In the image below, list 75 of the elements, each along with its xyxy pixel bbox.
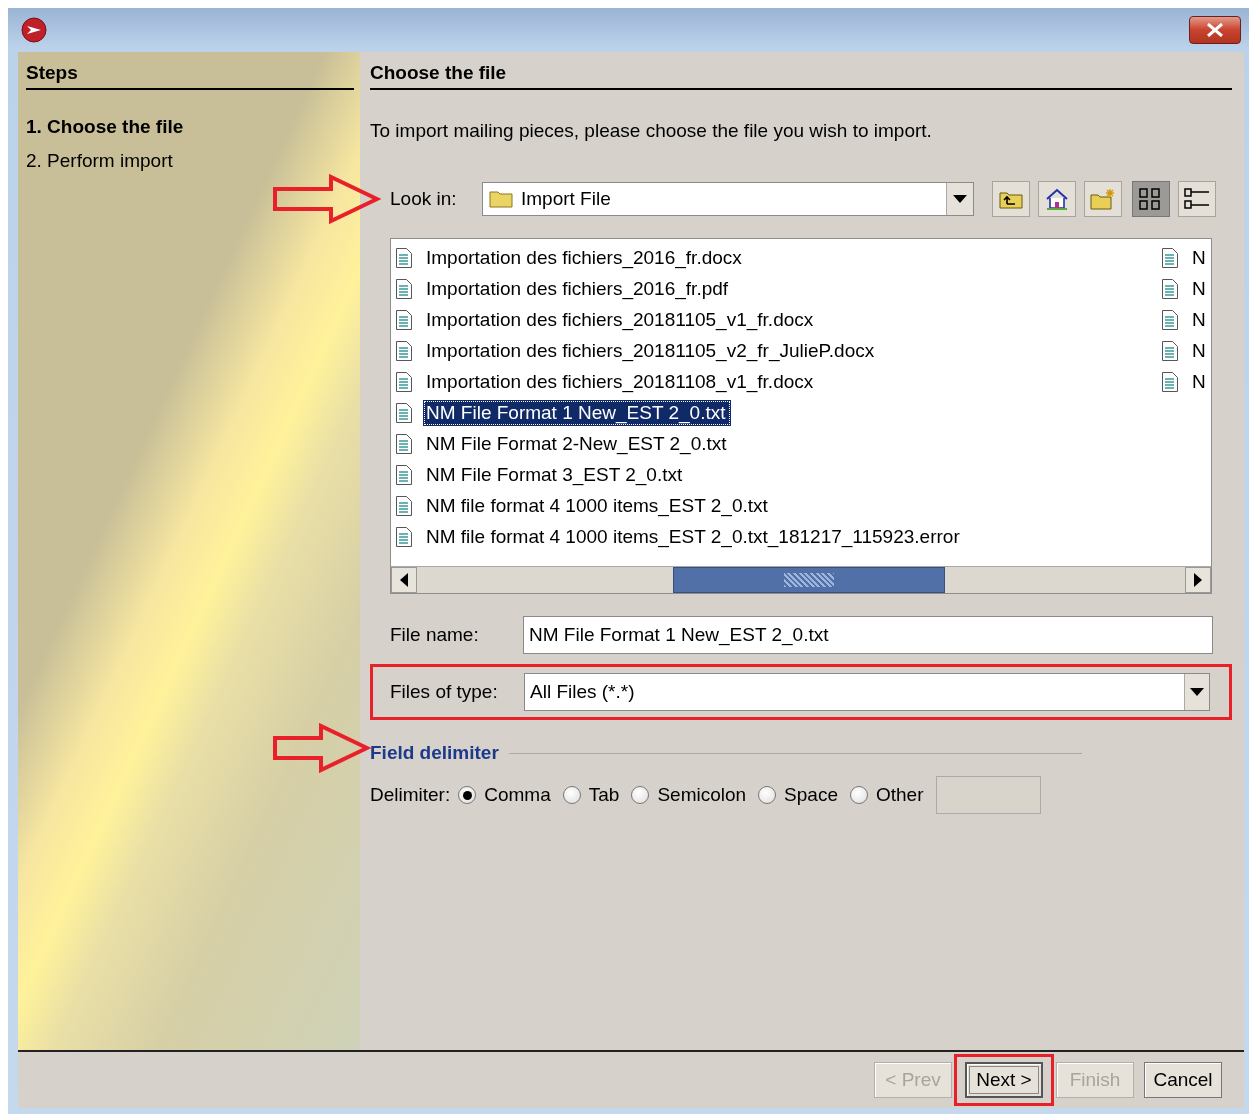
file-name-field[interactable]: NM File Format 1 New_EST 2_0.txt bbox=[523, 616, 1213, 654]
file-item[interactable]: Importation des fichiers_2016_fr.docx bbox=[423, 244, 747, 271]
section-title: Field delimiter bbox=[370, 742, 499, 764]
details-view-icon bbox=[1183, 187, 1211, 211]
document-icon bbox=[395, 525, 413, 548]
file-item[interactable]: Importation des fichiers_20181108_v1_fr.docx bbox=[423, 368, 819, 395]
radio-button[interactable] bbox=[458, 786, 477, 804]
document-icon bbox=[395, 463, 413, 486]
file-type-dropdown[interactable]: All Files (*.*) bbox=[524, 673, 1210, 711]
radio-option[interactable]: Comma bbox=[458, 784, 551, 806]
steps-title: Steps bbox=[26, 62, 354, 90]
document-icon bbox=[1161, 370, 1179, 393]
file-item[interactable]: NM file format 4 1000 items_EST 2_0.txt bbox=[423, 492, 773, 519]
document-icon bbox=[1161, 339, 1179, 362]
document-icon bbox=[395, 277, 413, 300]
radio-button[interactable] bbox=[562, 786, 581, 804]
home-icon bbox=[1045, 188, 1069, 210]
document-icon bbox=[1161, 308, 1179, 331]
file-item[interactable]: Importation des fichiers_20181105_v2_fr_JulieP.docx bbox=[423, 337, 880, 364]
file-item[interactable]: NM File Format 3_EST 2_0.txt bbox=[423, 461, 688, 488]
scroll-thumb[interactable] bbox=[673, 567, 945, 593]
wizard-button[interactable]: Cancel bbox=[1144, 1062, 1222, 1098]
scroll-right-icon bbox=[1194, 573, 1202, 587]
radio-button[interactable] bbox=[850, 786, 868, 804]
folder-up-icon bbox=[999, 189, 1023, 209]
caret-icon bbox=[953, 195, 967, 203]
document-icon bbox=[395, 339, 413, 362]
file-item[interactable]: NM File Format 2-New_EST 2_0.txt bbox=[423, 430, 732, 457]
page-title: Choose the file bbox=[370, 62, 1232, 90]
new-folder-icon bbox=[1090, 188, 1116, 210]
file-type-label: Files of type: bbox=[390, 681, 499, 703]
document-icon bbox=[395, 246, 413, 269]
file-name-label: File name: bbox=[390, 624, 480, 646]
radio-option[interactable]: Tab bbox=[562, 784, 620, 806]
close-icon bbox=[1206, 23, 1224, 37]
look-in-label: Look in: bbox=[390, 188, 458, 210]
folder-icon bbox=[489, 190, 513, 208]
other-delimiter-field[interactable] bbox=[935, 776, 1041, 814]
file-item[interactable]: N bbox=[1189, 275, 1211, 302]
grip-icon bbox=[784, 573, 834, 587]
document-icon bbox=[1161, 246, 1179, 269]
toolbar-button[interactable] bbox=[1038, 181, 1076, 217]
step-item: 2. Perform import bbox=[26, 149, 174, 173]
horizontal-scrollbar[interactable] bbox=[391, 566, 1211, 593]
instruction-text: To import mailing pieces, please choose the file you wish to import. bbox=[370, 120, 933, 142]
radio-option[interactable]: Other bbox=[850, 784, 924, 806]
file-item[interactable]: NM file format 4 1000 items_EST 2_0.txt_181217_115923.error bbox=[423, 523, 965, 550]
file-item[interactable]: N bbox=[1189, 244, 1211, 271]
close-button[interactable] bbox=[1189, 16, 1241, 44]
radio-option[interactable]: Semicolon bbox=[631, 784, 747, 806]
radio-option[interactable]: Space bbox=[758, 784, 838, 806]
file-item[interactable]: Importation des fichiers_20181105_v1_fr.docx bbox=[423, 306, 819, 333]
document-icon bbox=[395, 432, 413, 455]
document-icon bbox=[1161, 277, 1179, 300]
file-item[interactable]: N bbox=[1189, 306, 1211, 333]
document-icon bbox=[395, 401, 413, 424]
toolbar-button[interactable] bbox=[1132, 181, 1170, 217]
scroll-left-icon bbox=[400, 573, 408, 587]
wizard-button[interactable]: Next > bbox=[965, 1062, 1043, 1098]
document-icon bbox=[395, 308, 413, 331]
caret-icon bbox=[1190, 688, 1204, 696]
step-item: 1. Choose the file bbox=[26, 115, 185, 139]
file-item[interactable]: NM File Format 1 New_EST 2_0.txt bbox=[423, 399, 731, 426]
file-item[interactable]: Importation des fichiers_2016_fr.pdf bbox=[423, 275, 734, 302]
toolbar-button[interactable] bbox=[1178, 181, 1216, 217]
delimiter-label: Delimiter: bbox=[370, 784, 451, 806]
document-icon bbox=[395, 370, 413, 393]
radio-button[interactable] bbox=[631, 786, 650, 804]
app-icon bbox=[20, 16, 48, 44]
document-icon bbox=[395, 494, 413, 517]
file-item[interactable]: N bbox=[1189, 368, 1211, 395]
toolbar-button[interactable] bbox=[992, 181, 1030, 217]
radio-button[interactable] bbox=[758, 786, 777, 804]
look-in-dropdown[interactable]: Import File bbox=[482, 182, 974, 216]
file-item[interactable]: N bbox=[1189, 337, 1211, 364]
